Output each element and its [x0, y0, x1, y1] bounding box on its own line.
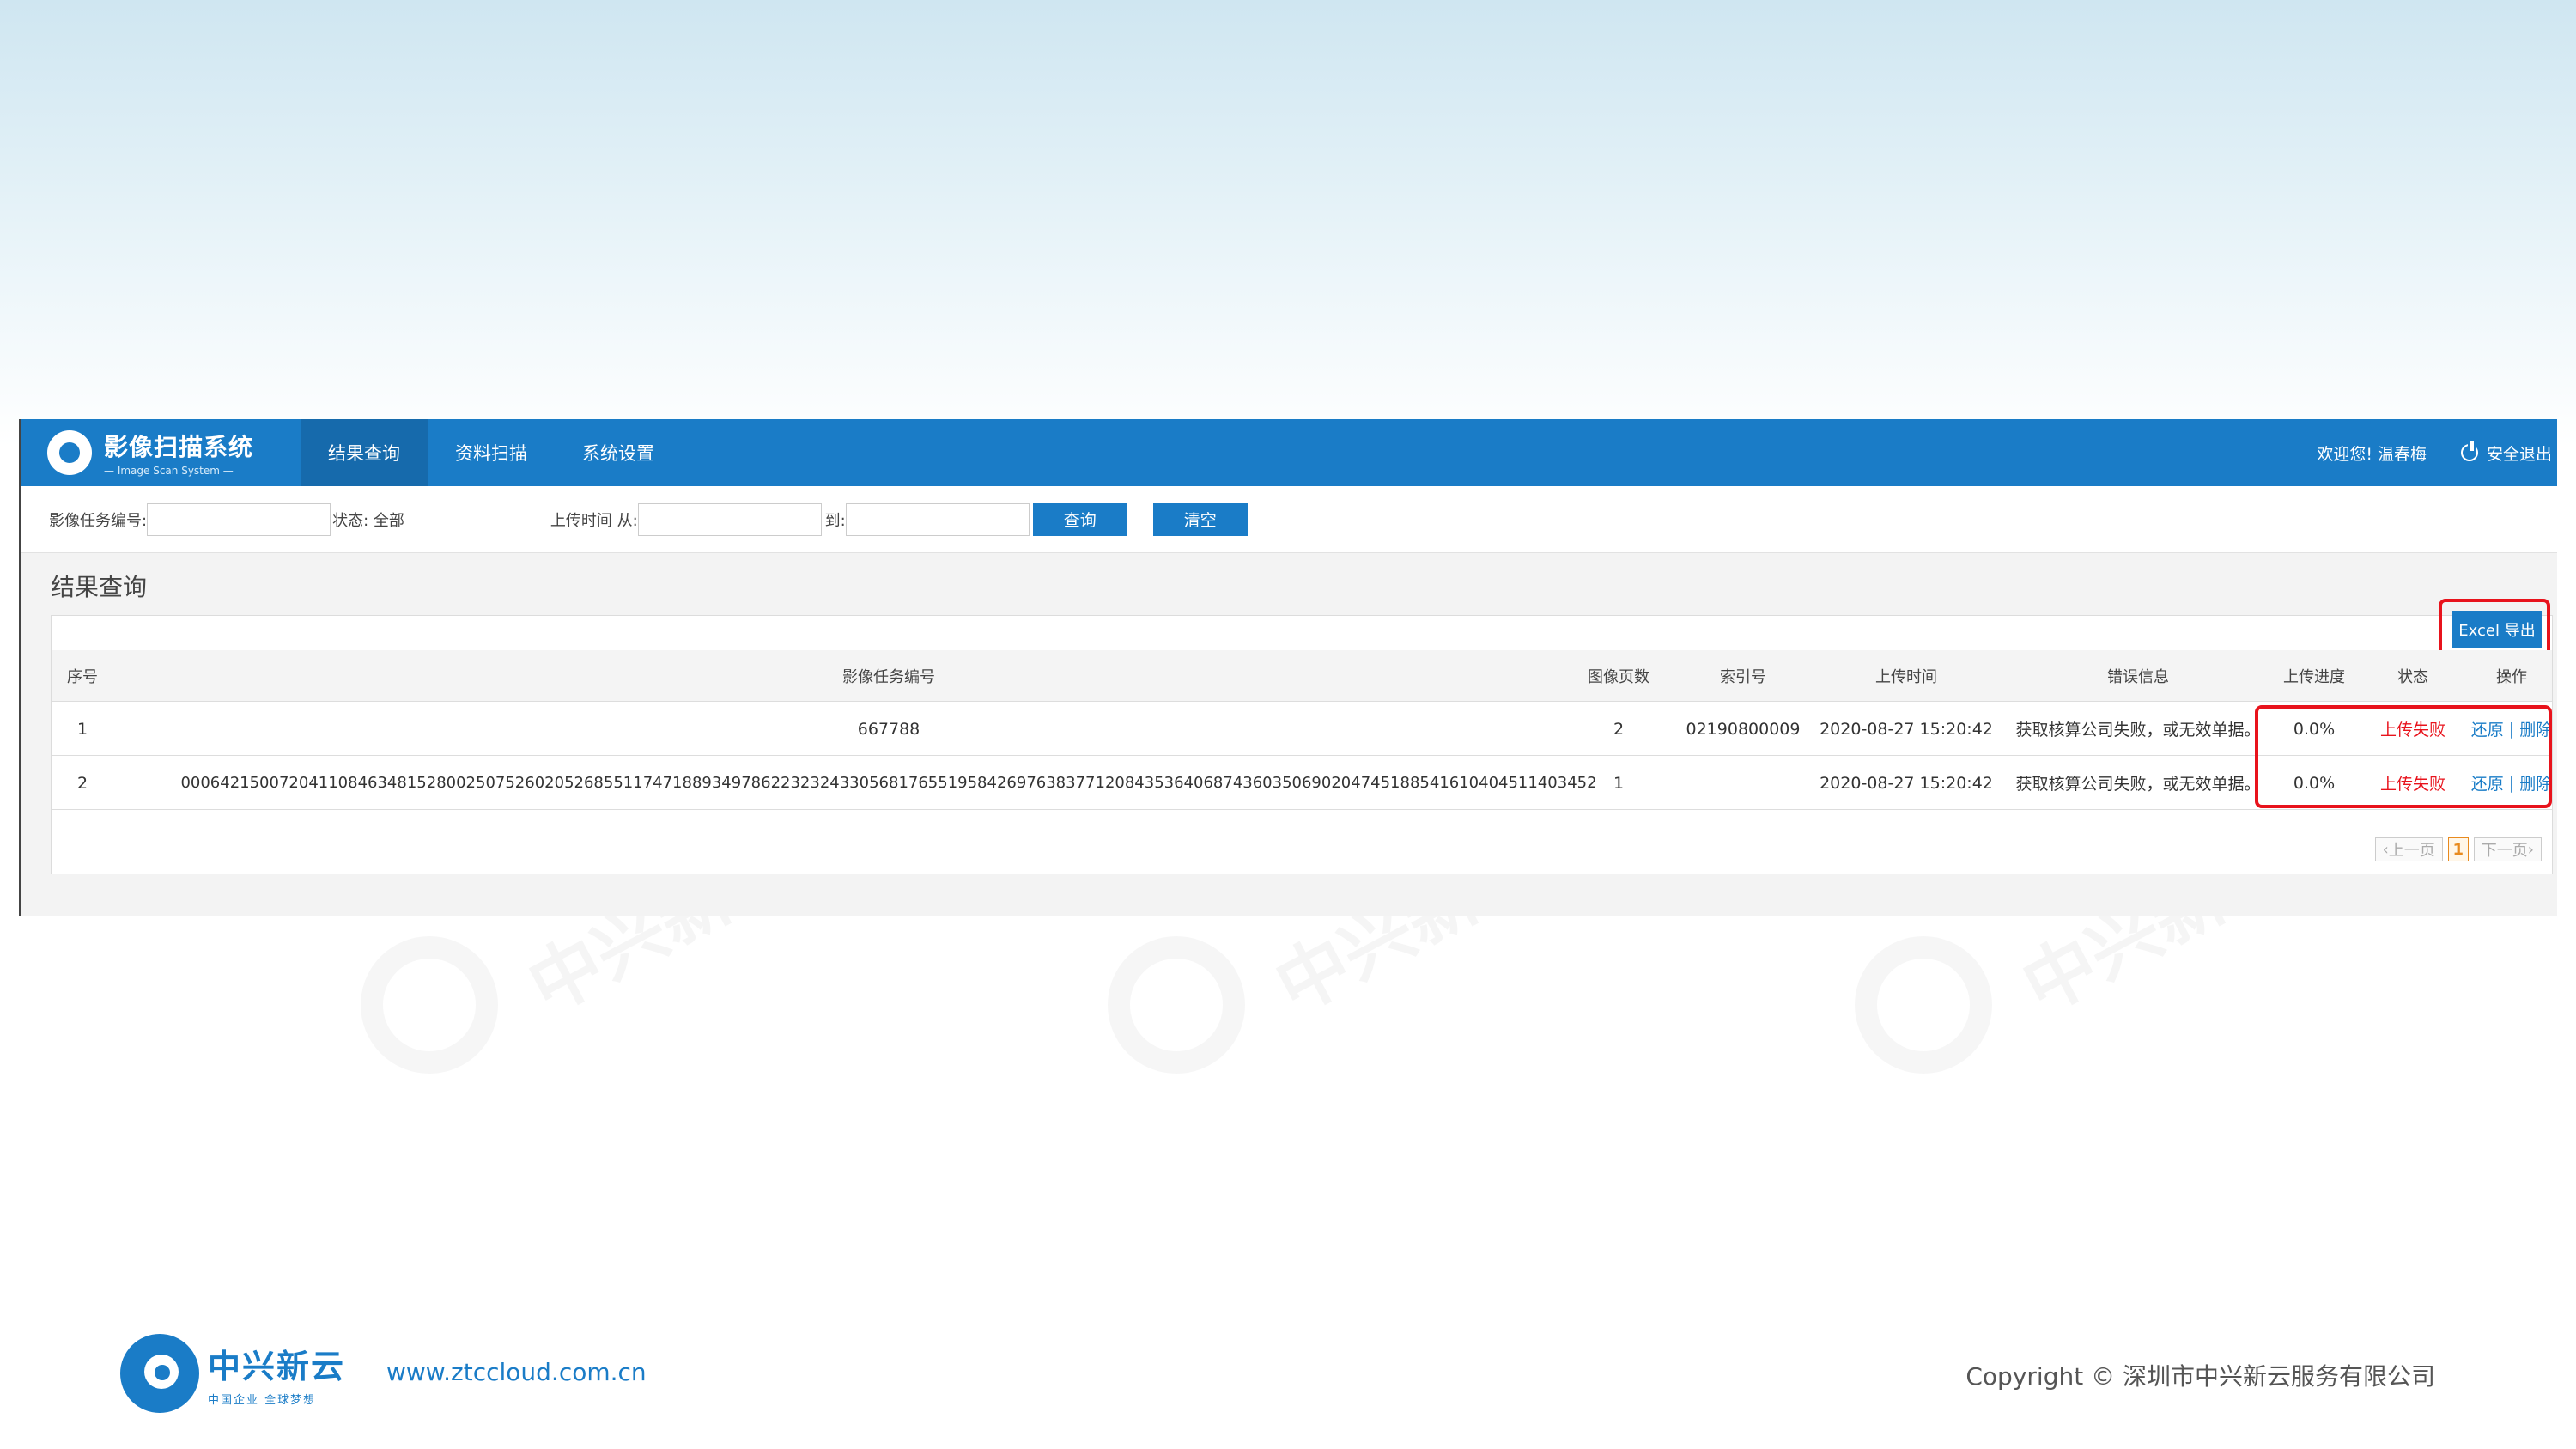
logout-label: 安全退出 [2486, 444, 2552, 464]
app-title: 影像扫描系统 [104, 433, 254, 461]
filter-bar: 影像任务编号: 状态: 全部 上传时间 从: 到: 查询 清空 [21, 486, 2557, 553]
cell-seq: 2 [76, 773, 88, 793]
cell-index [1683, 757, 1803, 809]
next-page-label: 下一页 [2481, 842, 2528, 860]
delete-link[interactable]: 删除 [2519, 717, 2552, 740]
query-button[interactable]: 查询 [1032, 502, 1127, 536]
watermark-logo-icon [1108, 936, 1245, 1074]
prev-page-button[interactable]: ‹ 上一页 [2374, 837, 2443, 861]
delete-link[interactable]: 删除 [2519, 771, 2552, 795]
prev-page-label: 上一页 [2388, 842, 2435, 860]
watermark-logo-icon [1855, 936, 1992, 1074]
cell-progress: 0.0% [2293, 719, 2336, 739]
main-nav: 结果查询 资料扫描 系统设置 [301, 419, 682, 486]
nav-document-scan[interactable]: 资料扫描 [428, 419, 555, 486]
page-title: 结果查询 [51, 573, 148, 601]
copyright-text: Copyright © 深圳市中兴新云服务有限公司 [1965, 1362, 2435, 1391]
clear-button[interactable]: 清空 [1152, 502, 1248, 536]
current-page[interactable]: 1 [2447, 837, 2469, 861]
cell-error: 获取核算公司失败，或无效单据。 [2015, 721, 2261, 740]
cell-op: 还原 | 删除 [2464, 703, 2559, 755]
user-area: 欢迎您! 温春梅 安全退出 [2317, 419, 2557, 486]
table-row: 1 667788 2 02190800009 2020-08-27 15:20:… [52, 703, 2552, 756]
cell-pages: 1 [1613, 773, 1625, 793]
brand-logo-icon [120, 1334, 199, 1413]
cell-time: 2020-08-27 15:20:42 [1820, 773, 1993, 793]
brand-name: 中兴新云 [208, 1348, 346, 1385]
op-separator: | [2508, 719, 2515, 739]
header-time: 上传时间 [1875, 667, 1937, 686]
top-bar: 影像扫描系统 — Image Scan System — 结果查询 资料扫描 系… [21, 419, 2557, 486]
time-to-label: 到: [824, 511, 846, 530]
time-from-input[interactable] [637, 502, 822, 536]
app-logo: 影像扫描系统 — Image Scan System — [21, 419, 301, 486]
brand-tagline: 中国企业 全球梦想 [208, 1394, 317, 1407]
pagination: ‹ 上一页 1 下一页 › [2374, 837, 2542, 861]
footer-logo: 中兴新云 中国企业 全球梦想 [120, 1334, 345, 1413]
header-op: 操作 [2496, 667, 2527, 686]
header-task: 影像任务编号 [842, 667, 935, 686]
watermark-logo-icon [361, 936, 498, 1074]
cell-task: 667788 [857, 719, 920, 739]
cell-status: 上传失败 [2379, 775, 2445, 794]
cell-op: 还原 | 删除 [2464, 757, 2559, 809]
cell-time: 2020-08-27 15:20:42 [1820, 719, 1993, 739]
footer-url[interactable]: www.ztccloud.com.cn [386, 1358, 647, 1386]
header-status: 状态 [2397, 667, 2428, 686]
nav-result-query[interactable]: 结果查询 [301, 419, 428, 486]
table-row: 2 00064215007204110846348152800250752602… [52, 757, 2552, 810]
excel-export-button[interactable]: Excel 导出 [2452, 611, 2542, 648]
next-page-button[interactable]: 下一页 › [2473, 837, 2542, 861]
cell-status: 上传失败 [2379, 721, 2445, 740]
header-seq: 序号 [67, 667, 98, 686]
restore-link[interactable]: 还原 [2471, 717, 2504, 740]
cell-seq: 1 [76, 719, 88, 739]
header-pages: 图像页数 [1588, 667, 1649, 686]
cell-pages: 2 [1613, 719, 1625, 739]
header-index: 索引号 [1720, 667, 1766, 686]
status-label[interactable]: 状态: 全部 [332, 508, 404, 531]
nav-system-settings[interactable]: 系统设置 [555, 419, 682, 486]
upload-time-label: 上传时间 从: [550, 511, 638, 530]
app-window: 影像扫描系统 — Image Scan System — 结果查询 资料扫描 系… [19, 419, 2557, 916]
restore-link[interactable]: 还原 [2471, 771, 2504, 795]
cell-error: 获取核算公司失败，或无效单据。 [2015, 775, 2261, 794]
power-icon [2460, 441, 2478, 461]
logout-button[interactable]: 安全退出 [2460, 441, 2552, 465]
header-error: 错误信息 [2107, 667, 2169, 686]
task-id-label: 影像任务编号: [49, 511, 148, 530]
task-id-input[interactable] [147, 502, 331, 536]
app-subtitle: — Image Scan System — [104, 465, 234, 477]
cell-index: 02190800009 [1686, 719, 1801, 739]
results-panel: Excel 导出 序号 影像任务编号 图像页数 索引号 上传时间 错误信息 上传… [51, 599, 2553, 874]
table-header: 序号 影像任务编号 图像页数 索引号 上传时间 错误信息 上传进度 状态 操作 [52, 650, 2552, 702]
time-to-input[interactable] [845, 502, 1030, 536]
header-progress: 上传进度 [2283, 667, 2345, 686]
op-separator: | [2508, 773, 2515, 793]
cell-task: 0006421500720411084634815280025075260205… [180, 774, 1597, 792]
app-logo-icon [47, 430, 92, 475]
welcome-text: 欢迎您! 温春梅 [2317, 444, 2427, 464]
cell-progress: 0.0% [2293, 773, 2336, 793]
